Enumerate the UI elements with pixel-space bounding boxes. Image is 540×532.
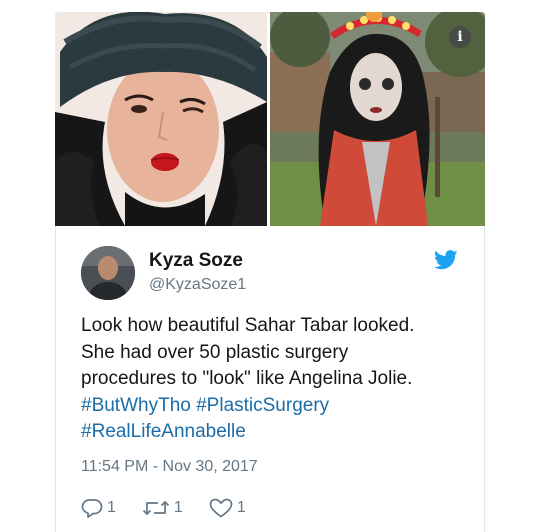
tweet-timestamp[interactable]: 11:54 PM - Nov 30, 2017 [81, 458, 258, 476]
photo-left-image [55, 12, 267, 226]
heart-icon [209, 498, 233, 518]
reply-button[interactable]: 1 [81, 498, 116, 518]
like-button[interactable]: 1 [209, 498, 246, 518]
tweet-text-line: procedures to "look" like Angelina Jolie… [81, 368, 413, 389]
like-count: 1 [236, 499, 246, 516]
hashtag-link[interactable]: #PlasticSurgery [196, 395, 329, 416]
avatar[interactable] [81, 246, 135, 300]
media-photo-left[interactable] [55, 12, 267, 226]
reply-count: 1 [107, 499, 116, 516]
display-name[interactable]: Kyza Soze [149, 250, 243, 272]
tweet-text-line: She had over 50 plastic surgery [81, 341, 349, 363]
info-icon[interactable]: i [449, 26, 471, 48]
twitter-bird-icon[interactable] [434, 250, 458, 270]
hashtag-link[interactable]: #ButWhyTho [81, 395, 191, 416]
hashtag-line: #ButWhyTho #PlasticSurgery [81, 393, 481, 420]
user-handle[interactable]: @KyzaSoze1 [149, 276, 246, 294]
hashtag-line: #RealLifeAnnabelle [81, 419, 481, 446]
retweet-icon [142, 500, 170, 516]
tweet-text: Look how beautiful Sahar Tabar looked. S… [81, 313, 481, 446]
reply-icon [81, 499, 103, 518]
retweet-button[interactable]: 1 [142, 498, 183, 518]
retweet-count: 1 [173, 499, 183, 516]
tweet-actions: 1 1 1 [81, 496, 272, 520]
tweet-text-line: Look how beautiful Sahar Tabar looked. [81, 315, 415, 336]
tweet-media[interactable]: i [55, 12, 485, 226]
media-photo-right[interactable]: i [270, 12, 485, 226]
avatar-image [81, 246, 135, 300]
hashtag-link[interactable]: #RealLifeAnnabelle [81, 421, 246, 442]
